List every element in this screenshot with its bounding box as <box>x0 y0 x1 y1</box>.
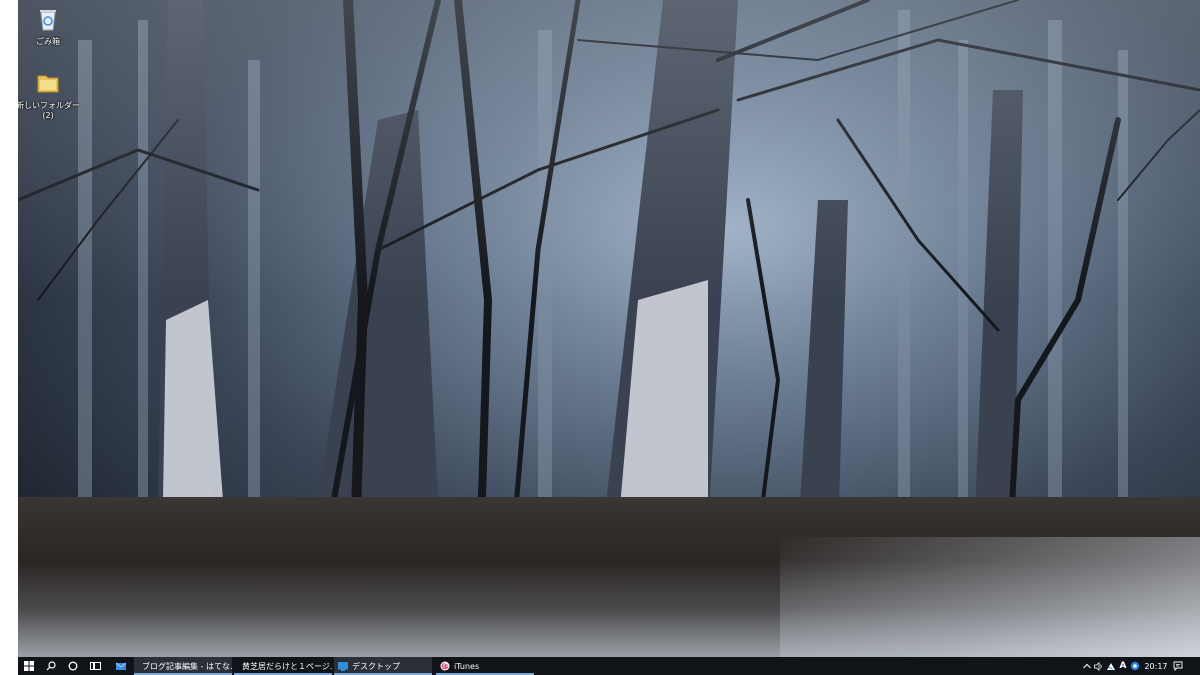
clock[interactable]: 20:17 <box>1141 657 1171 675</box>
task-view-button[interactable] <box>86 657 104 675</box>
taskbar-app-firefox[interactable]: ブログ記事編集 - はてな... <box>134 657 232 675</box>
system-tray: A 20:17 <box>1081 657 1200 675</box>
network-button[interactable] <box>1105 657 1117 675</box>
cortana-button[interactable] <box>64 657 82 675</box>
windows-start-icon <box>24 661 34 671</box>
volume-button[interactable] <box>1093 657 1105 675</box>
notification-center-button[interactable] <box>1171 657 1185 675</box>
taskbar-app-label: iTunes <box>454 661 480 671</box>
taskbar-app-edge[interactable]: 黄芝居だらけと１ページ... <box>234 657 332 675</box>
chevron-up-icon <box>1083 663 1091 669</box>
taskbar-app-label: ブログ記事編集 - はてな... <box>142 661 232 671</box>
start-button[interactable] <box>20 657 38 675</box>
tray-app-button[interactable] <box>1129 657 1141 675</box>
ime-indicator[interactable]: A <box>1117 657 1129 675</box>
taskbar-app-label: デスクトップ <box>352 661 400 671</box>
folder-icon <box>37 75 59 93</box>
desktop-icon-new-folder[interactable]: 新しいフォルダー (2) <box>18 70 80 120</box>
taskbar-app-desktop[interactable]: デスクトップ <box>334 657 432 675</box>
tray-app-icon <box>1130 661 1140 671</box>
itunes-icon <box>440 661 450 671</box>
volume-icon <box>1094 661 1102 671</box>
taskbar-app-itunes[interactable]: iTunes <box>436 657 534 675</box>
taskbar: ブログ記事編集 - はてな... 黄芝居だらけと１ページ... デスクトップ i… <box>18 657 1200 675</box>
notification-icon <box>1173 661 1183 671</box>
desktop-wallpaper <box>18 0 1200 657</box>
mail-icon <box>116 662 126 670</box>
search-button[interactable] <box>42 657 60 675</box>
snow-path <box>780 537 1200 657</box>
desktop-icon-label: 新しいフォルダー (2) <box>18 101 80 120</box>
search-icon <box>46 661 56 671</box>
desktop-window-icon <box>338 661 348 671</box>
desktop-icon-label: ごみ箱 <box>36 37 60 46</box>
taskbar-app-label: 黄芝居だらけと１ページ... <box>242 661 332 671</box>
desktop-screen: ごみ箱 新しいフォルダー (2) ブログ記事編集 - はてな... 黄芝居だらけ… <box>18 0 1200 675</box>
task-view-icon <box>89 662 101 670</box>
recycle-bin-icon <box>40 10 56 31</box>
cortana-circle-icon <box>68 661 78 671</box>
taskbar-app-mail[interactable] <box>112 657 132 675</box>
show-hidden-icons-button[interactable] <box>1081 657 1093 675</box>
network-icon <box>1107 662 1115 670</box>
desktop-icon-recycle-bin[interactable]: ごみ箱 <box>18 6 80 47</box>
